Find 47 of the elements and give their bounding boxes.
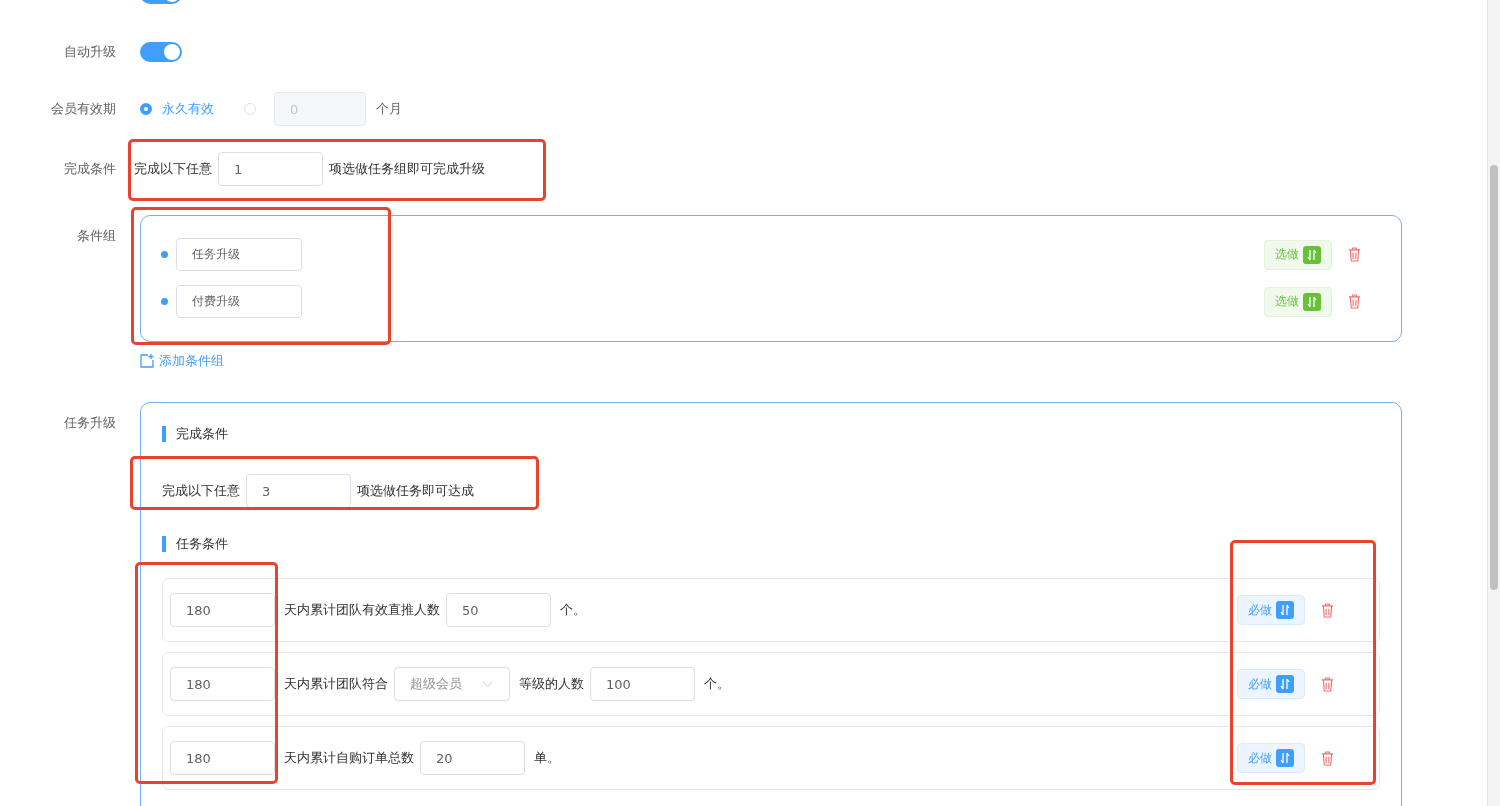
field-label: 条件组 [76, 227, 117, 245]
swap-icon [1276, 749, 1294, 767]
swap-icon [1276, 601, 1294, 619]
field-label: 自动升级 [63, 43, 117, 61]
level-dropdown[interactable]: 超级会员 [394, 667, 510, 701]
count-field[interactable]: 1 [218, 152, 323, 186]
section-heading: 完成条件 [162, 426, 1381, 442]
condition-text: 个。 [704, 675, 730, 693]
condition-text: 天内累计团队有效直推人数 [284, 601, 440, 619]
condition-text: 单。 [534, 749, 560, 767]
trash-icon[interactable] [1348, 294, 1361, 309]
field-label: 会员有效期 [50, 100, 117, 118]
condition-text: 完成以下任意 [162, 482, 240, 500]
number-field[interactable]: 180 [170, 667, 275, 701]
trash-icon[interactable] [1321, 750, 1334, 766]
trash-icon[interactable] [1321, 602, 1334, 618]
condition-text: 天内累计团队符合 [284, 675, 388, 693]
radio-button[interactable] [244, 103, 256, 115]
field-label: 任务升级 [63, 414, 117, 432]
number-field[interactable]: 20 [420, 741, 525, 775]
number-field[interactable]: 50 [446, 593, 551, 627]
condition-text: 项选做任务即可达成 [357, 482, 474, 500]
number-field[interactable]: 100 [590, 667, 695, 701]
trash-icon[interactable] [1348, 247, 1361, 262]
bullet-icon [161, 298, 168, 305]
section-heading: 任务条件 [162, 536, 1381, 552]
toggle-switch[interactable] [140, 42, 182, 62]
number-field[interactable]: 180 [170, 741, 275, 775]
swap-icon [1276, 675, 1294, 693]
field-label: 完成条件 [63, 160, 117, 178]
swap-icon [1303, 292, 1321, 311]
condition-text: 天内累计自购订单总数 [284, 749, 414, 767]
condition-text: 等级的人数 [519, 675, 584, 693]
condition-text: 完成以下任意 [134, 160, 212, 178]
swap-icon [1303, 245, 1321, 264]
bullet-icon [161, 251, 168, 258]
condition-text: 项选做任务组即可完成升级 [329, 160, 485, 178]
caret-icon [482, 680, 493, 688]
scrollbar[interactable] [1487, 0, 1500, 806]
trash-icon[interactable] [1321, 676, 1334, 692]
condition-text: 个。 [560, 601, 586, 619]
count-field[interactable]: 3 [246, 474, 351, 508]
group-name-field[interactable]: 付费升级 [176, 285, 302, 318]
add-icon [140, 354, 154, 368]
group-name-field[interactable]: 任务升级 [176, 238, 302, 271]
unit-text: 个月 [376, 100, 402, 118]
number-field[interactable]: 180 [170, 593, 275, 627]
